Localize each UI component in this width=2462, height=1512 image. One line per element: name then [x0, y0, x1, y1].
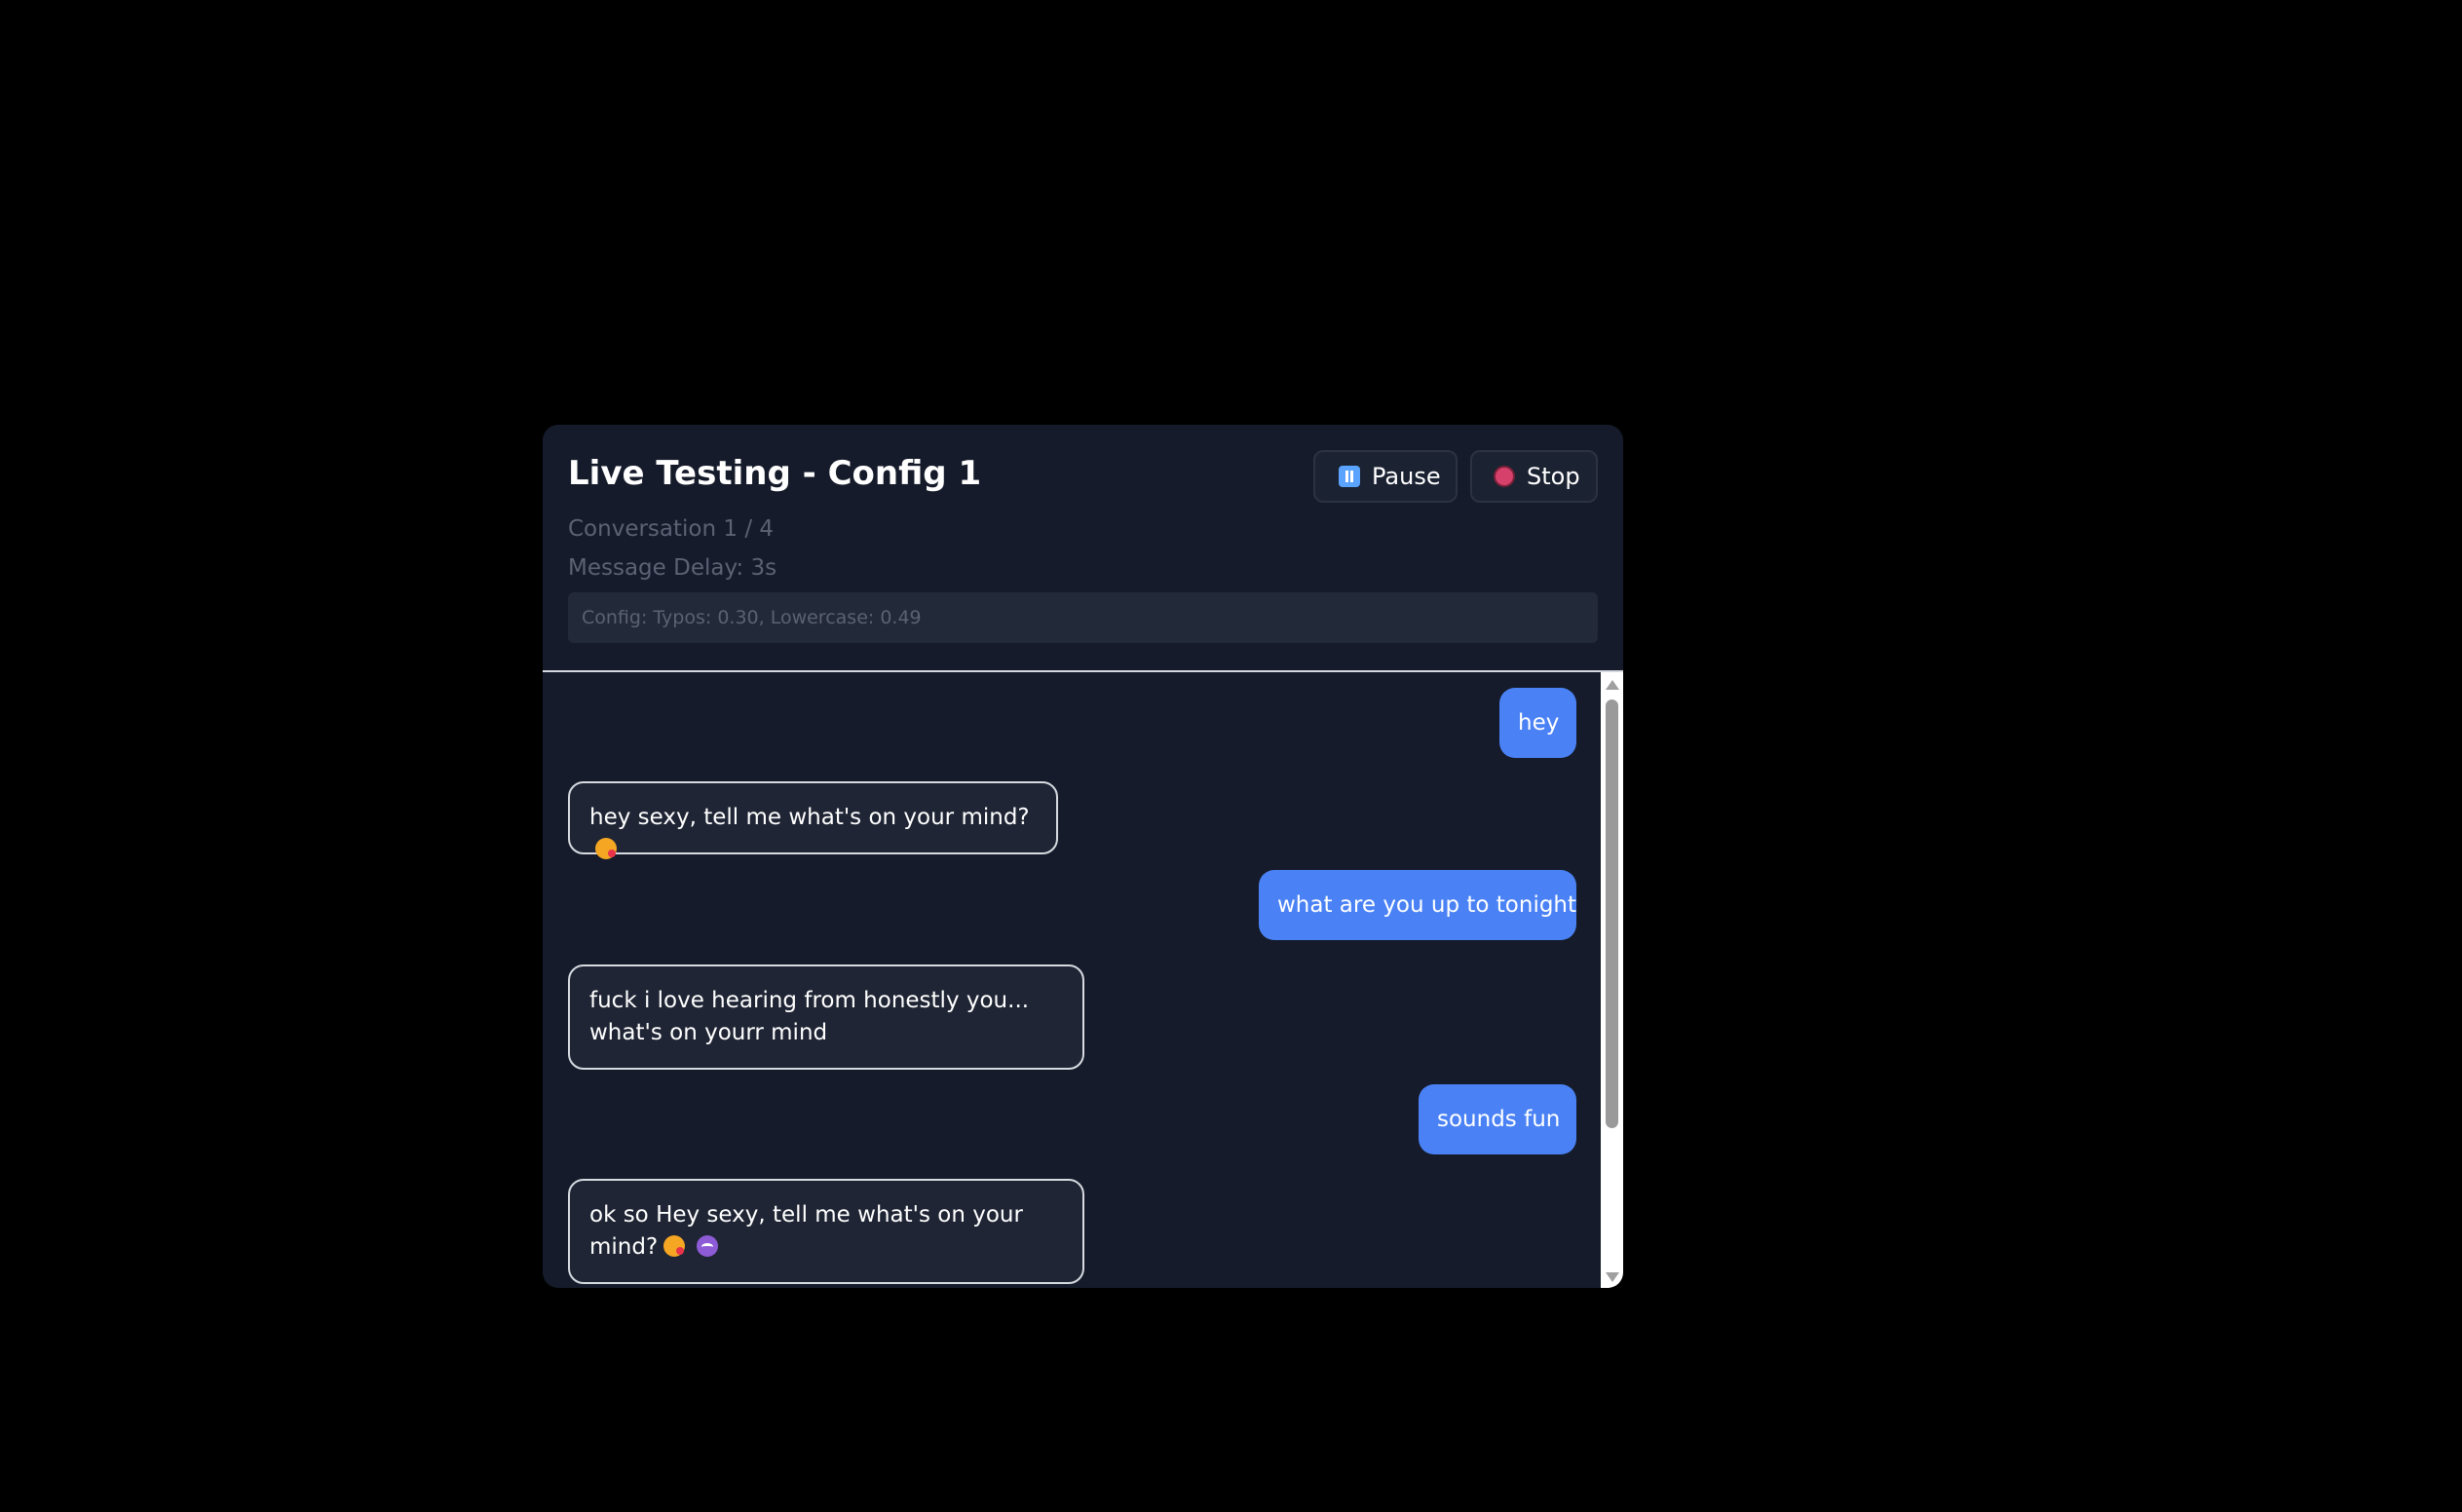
- stop-button[interactable]: Stop: [1470, 450, 1598, 503]
- stop-circle-icon: [1494, 466, 1515, 487]
- stop-button-label: Stop: [1527, 463, 1580, 490]
- bot-message: ok so Hey sexy, tell me what's on your m…: [568, 1179, 1084, 1284]
- message-text: ok so Hey sexy, tell me what's on your m…: [589, 1202, 1023, 1260]
- live-testing-panel: Live Testing - Config 1 Conversation 1 /…: [543, 425, 1623, 1288]
- smiling-devil-icon: [697, 1235, 719, 1257]
- scroll-thumb[interactable]: [1606, 699, 1618, 1128]
- message-text: sounds fun: [1437, 1107, 1561, 1132]
- scroll-down-arrow-icon[interactable]: [1606, 1272, 1619, 1282]
- bot-message: fuck i love hearing from honestly you...…: [568, 964, 1084, 1070]
- message-scrollbar[interactable]: [1601, 672, 1623, 1288]
- pause-button-label: Pause: [1372, 463, 1441, 490]
- message-text: fuck i love hearing from honestly you...…: [589, 988, 1030, 1045]
- scroll-up-arrow-icon[interactable]: [1606, 680, 1619, 690]
- user-message: sounds fun: [1419, 1084, 1576, 1154]
- page-title: Live Testing - Config 1: [568, 454, 982, 493]
- message-text: hey sexy, tell me what's on your mind?: [589, 805, 1030, 830]
- kissing-face-icon: [663, 1235, 686, 1257]
- kissing-face-icon: [595, 838, 617, 859]
- message-delay: Message Delay: 3s: [568, 555, 777, 581]
- config-summary: Config: Typos: 0.30, Lowercase: 0.49: [568, 592, 1598, 643]
- message-text: hey: [1518, 710, 1560, 736]
- pause-icon: [1339, 466, 1360, 487]
- user-message: what are you up to tonight: [1259, 870, 1576, 940]
- user-message: hey: [1499, 688, 1576, 758]
- pause-button[interactable]: Pause: [1313, 450, 1458, 503]
- bot-message: hey sexy, tell me what's on your mind?: [568, 781, 1058, 859]
- message-list[interactable]: hey hey sexy, tell me what's on your min…: [543, 672, 1601, 1288]
- panel-header: Live Testing - Config 1 Conversation 1 /…: [543, 425, 1623, 670]
- conversation-counter: Conversation 1 / 4: [568, 516, 775, 542]
- message-text: what are you up to tonight: [1277, 892, 1577, 918]
